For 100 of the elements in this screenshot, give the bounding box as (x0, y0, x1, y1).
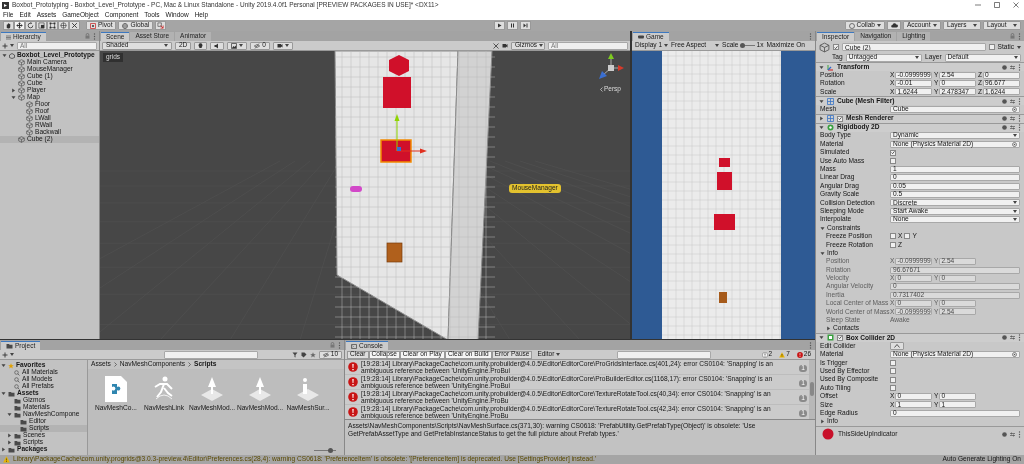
camera-dropdown[interactable] (272, 41, 293, 50)
help-icon (1002, 64, 1007, 70)
add-button[interactable] (2, 350, 14, 359)
box-collider-icon (827, 334, 834, 342)
checkbox[interactable] (890, 368, 896, 375)
expand-arrow-icon[interactable] (819, 98, 824, 104)
crate-drawing (386, 242, 403, 263)
minimize-icon (975, 2, 981, 8)
static-checkbox[interactable] (988, 44, 995, 50)
step-icon (522, 23, 528, 28)
play-button[interactable] (493, 21, 505, 30)
tool-button[interactable] (36, 21, 47, 30)
close-icon (1013, 2, 1019, 8)
checkbox[interactable] (890, 149, 896, 156)
checkbox[interactable] (890, 359, 896, 366)
error-icon (348, 392, 358, 402)
scale-slider[interactable] (740, 43, 755, 48)
expand-arrow-icon[interactable] (819, 335, 824, 341)
expand-arrow-icon[interactable] (820, 225, 825, 231)
eye-slash-icon (322, 351, 329, 358)
figure-on-plane-icon (296, 375, 320, 403)
effects-dropdown[interactable] (227, 41, 248, 50)
checkbox[interactable] (890, 157, 896, 164)
star-icon (309, 351, 316, 358)
globe-icon (122, 22, 129, 29)
pause-button[interactable] (506, 21, 518, 30)
chevron-left-icon (600, 86, 603, 92)
expand-arrow-icon[interactable] (7, 433, 12, 438)
object-label-icon (350, 186, 362, 192)
expand-arrow-icon[interactable] (826, 326, 831, 332)
tool-button[interactable] (25, 21, 36, 30)
cloud-icon (890, 23, 898, 28)
grid-snap-button[interactable] (155, 21, 167, 30)
zoom-slider[interactable] (314, 447, 336, 453)
kebab-menu-icon (338, 341, 341, 349)
chevron-right-icon (113, 362, 117, 367)
expand-arrow-icon[interactable] (820, 419, 825, 425)
lighting-toggle[interactable] (194, 41, 208, 50)
expand-arrow-icon[interactable] (819, 116, 824, 122)
plus-icon (2, 351, 8, 358)
active-checkbox[interactable] (833, 44, 839, 50)
tool-button[interactable] (69, 21, 80, 30)
caret-icon (933, 24, 937, 27)
kebab-menu-icon (93, 32, 96, 40)
expand-arrow-icon[interactable] (819, 125, 824, 131)
light-bulb-icon (198, 42, 204, 49)
presets-icon (1010, 116, 1015, 122)
expand-arrow-icon[interactable] (820, 250, 825, 256)
edit-collider-button[interactable] (890, 342, 904, 350)
search-field[interactable] (163, 350, 258, 359)
crossed-tools-icon (71, 22, 78, 29)
search-field[interactable] (616, 350, 711, 359)
kebab-menu-icon (1018, 334, 1021, 342)
cloud-button[interactable] (887, 21, 901, 30)
step-button[interactable] (519, 21, 531, 30)
camera-icon (276, 43, 283, 48)
checkbox[interactable] (890, 376, 896, 383)
star-icon (8, 362, 14, 369)
chevron-right-icon (188, 362, 192, 367)
rigidbody-icon (827, 124, 834, 132)
expand-arrow-icon[interactable] (819, 64, 824, 70)
tool-button[interactable] (3, 21, 14, 30)
slider-thumb[interactable] (328, 447, 333, 453)
cube-drawing (717, 172, 732, 190)
expand-arrow-icon[interactable] (1, 447, 6, 452)
checkbox[interactable] (890, 385, 896, 392)
audio-toggle[interactable] (210, 41, 225, 50)
add-button[interactable] (2, 41, 14, 50)
eye-slash-icon (254, 42, 261, 49)
expand-arrow-icon[interactable] (1, 363, 6, 368)
expand-arrow-icon[interactable] (7, 412, 12, 417)
caret-icon (239, 44, 244, 47)
component-checkbox[interactable] (837, 115, 843, 122)
expand-arrow-icon[interactable] (11, 95, 16, 100)
crate-drawing (719, 292, 727, 303)
caret-icon (664, 44, 669, 47)
material-sphere-icon (822, 428, 834, 441)
expand-arrow-icon[interactable] (1, 391, 6, 396)
caret-icon (556, 353, 561, 356)
play-icon (496, 23, 502, 28)
checkbox[interactable] (890, 233, 896, 240)
transform-axes-icon (827, 63, 834, 71)
camera-icon (502, 43, 508, 48)
expand-arrow-icon[interactable] (2, 53, 7, 58)
checkbox[interactable] (904, 233, 911, 240)
script-file-icon (104, 375, 128, 403)
caret-icon (164, 44, 168, 47)
tool-button[interactable] (47, 21, 58, 30)
checkbox[interactable] (890, 241, 896, 248)
slider-thumb[interactable] (740, 43, 746, 48)
pause-icon (509, 23, 515, 28)
tool-button[interactable] (14, 21, 25, 30)
component-checkbox[interactable] (837, 334, 843, 341)
expand-arrow-icon[interactable] (11, 88, 16, 93)
kebab-menu-icon (1018, 63, 1021, 71)
expand-arrow-icon[interactable] (7, 440, 12, 445)
mesh-grid-icon (827, 97, 834, 105)
caret-icon (1017, 45, 1021, 49)
object-picker-icon (1012, 352, 1017, 357)
error-icon (348, 362, 358, 372)
